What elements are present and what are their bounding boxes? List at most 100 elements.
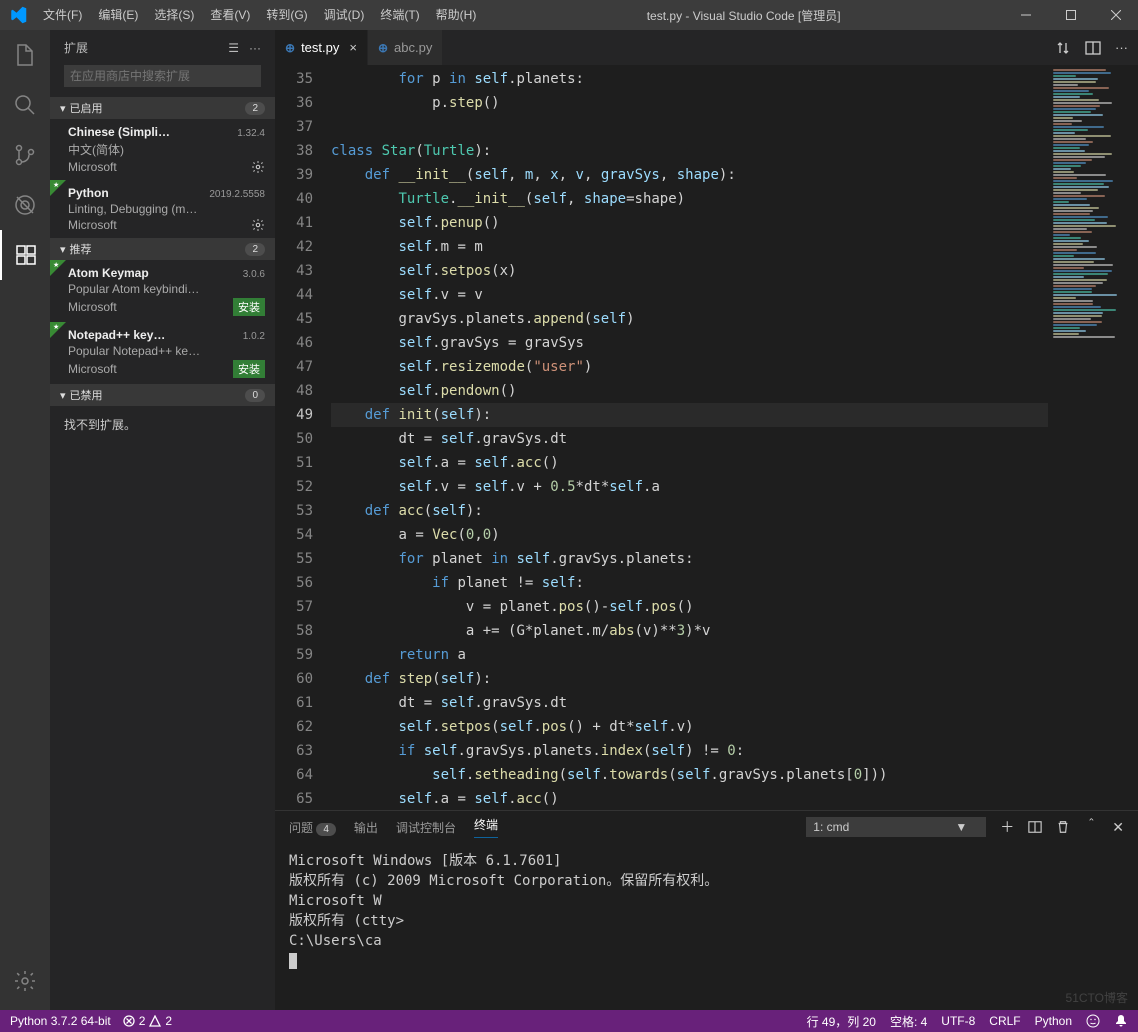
panel-tab-problems[interactable]: 问题 4 xyxy=(289,819,336,836)
kill-terminal-icon[interactable] xyxy=(1056,820,1070,834)
close-tab-icon[interactable]: × xyxy=(349,40,357,55)
menu-item[interactable]: 文件(F) xyxy=(35,0,90,30)
minimize-button[interactable] xyxy=(1003,0,1048,30)
menu-item[interactable]: 帮助(H) xyxy=(428,0,485,30)
extension-publisher: Microsoft xyxy=(68,160,117,174)
menu-item[interactable]: 编辑(E) xyxy=(90,0,146,30)
panel-tab-debug-console[interactable]: 调试控制台 xyxy=(396,819,456,836)
extension-name: Python xyxy=(68,186,109,200)
status-encoding[interactable]: UTF-8 xyxy=(941,1014,975,1028)
extension-item[interactable]: ★ Python 2019.2.5558 Linting, Debugging (m…… xyxy=(50,180,275,238)
sidebar-title: 扩展 xyxy=(64,39,88,56)
terminal-content[interactable]: Microsoft Windows [版本 6.1.7601]版权所有 (c) … xyxy=(275,843,1138,979)
status-feedback-icon[interactable] xyxy=(1086,1014,1100,1028)
debug-icon[interactable] xyxy=(0,180,50,230)
editor-more-icon[interactable]: ··· xyxy=(1115,40,1128,55)
explorer-icon[interactable] xyxy=(0,30,50,80)
code-editor[interactable]: for p in self.planets: p.step() class St… xyxy=(331,65,1048,810)
panel-tab-terminal[interactable]: 终端 xyxy=(474,816,498,838)
menu-item[interactable]: 调试(D) xyxy=(316,0,373,30)
recommended-count-badge: 2 xyxy=(245,243,265,256)
extension-name: Notepad++ key… xyxy=(68,328,165,342)
extensions-search-input[interactable] xyxy=(64,65,261,87)
extension-description: Linting, Debugging (m… xyxy=(68,202,265,216)
python-file-icon: ⊕ xyxy=(378,41,388,55)
menu-item[interactable]: 终端(T) xyxy=(372,0,427,30)
panel-tab-output[interactable]: 输出 xyxy=(354,819,378,836)
extension-version: 2019.2.5558 xyxy=(209,189,265,200)
status-bar: Python 3.7.2 64-bit 2 2 行 49，列 20 空格: 4 … xyxy=(0,1010,1138,1032)
menu-item[interactable]: 查看(V) xyxy=(202,0,258,30)
extensions-icon[interactable] xyxy=(0,230,50,280)
new-terminal-icon[interactable]: ＋ xyxy=(1000,817,1014,837)
enabled-count-badge: 2 xyxy=(245,102,265,115)
status-indentation[interactable]: 空格: 4 xyxy=(890,1013,927,1030)
tab-label: abc.py xyxy=(394,40,432,55)
editor-group: ⊕ test.py × ⊕ abc.py ··· 3536373839404142434… xyxy=(275,30,1138,1010)
vscode-logo-icon xyxy=(0,6,35,24)
star-icon: ★ xyxy=(50,180,66,196)
star-icon: ★ xyxy=(50,260,66,276)
minimap[interactable] xyxy=(1048,65,1138,810)
compare-icon[interactable] xyxy=(1055,40,1071,56)
terminal-selector[interactable]: 1: cmd▼ xyxy=(806,817,986,837)
search-icon[interactable] xyxy=(0,80,50,130)
main-menu: 文件(F)编辑(E)选择(S)查看(V)转到(G)调试(D)终端(T)帮助(H) xyxy=(35,0,484,30)
split-terminal-icon[interactable] xyxy=(1028,820,1042,834)
svg-text:★: ★ xyxy=(53,323,59,331)
extension-item[interactable]: ★Atom Keymap 3.0.6 Popular Atom keybindi… M… xyxy=(50,260,275,322)
settings-gear-icon[interactable] xyxy=(0,956,50,1006)
extension-description: Popular Atom keybindi… xyxy=(68,282,265,296)
section-disabled[interactable]: ▾已禁用 0 xyxy=(50,384,275,406)
menu-item[interactable]: 转到(G) xyxy=(258,0,315,30)
extension-description: Popular Notepad++ ke… xyxy=(68,344,265,358)
status-problems[interactable]: 2 2 xyxy=(123,1014,172,1028)
extension-version: 1.0.2 xyxy=(243,331,265,342)
status-line-col[interactable]: 行 49，列 20 xyxy=(807,1013,876,1030)
editor-tab[interactable]: ⊕ test.py × xyxy=(275,30,368,65)
status-language[interactable]: Python xyxy=(1035,1014,1072,1028)
extension-publisher: Microsoft xyxy=(68,300,117,314)
gear-icon[interactable] xyxy=(251,218,265,232)
no-extensions-text: 找不到扩展。 xyxy=(50,406,275,443)
gear-icon[interactable] xyxy=(251,160,265,174)
close-panel-icon[interactable]: ✕ xyxy=(1112,819,1124,836)
more-icon[interactable]: ··· xyxy=(249,41,261,55)
extension-version: 3.0.6 xyxy=(243,269,265,280)
activity-bar xyxy=(0,30,50,1010)
extension-version: 1.32.4 xyxy=(237,128,265,139)
source-control-icon[interactable] xyxy=(0,130,50,180)
maximize-button[interactable] xyxy=(1048,0,1093,30)
editor-tab[interactable]: ⊕ abc.py xyxy=(368,30,443,65)
sidebar-extensions: 扩展 ☰ ··· ▾已启用 2 Chinese (Simpli…1.32.4中文… xyxy=(50,30,275,1010)
line-number-gutter: 3536373839404142434445464748495051525354… xyxy=(275,65,331,810)
extension-publisher: Microsoft xyxy=(68,218,117,232)
status-eol[interactable]: CRLF xyxy=(989,1014,1020,1028)
editor-tabs: ⊕ test.py × ⊕ abc.py ··· xyxy=(275,30,1138,65)
star-icon: ★ xyxy=(50,322,66,338)
menu-item[interactable]: 选择(S) xyxy=(146,0,202,30)
extension-description: 中文(简体) xyxy=(68,141,265,158)
python-file-icon: ⊕ xyxy=(285,41,295,55)
watermark: 51CTO博客 xyxy=(1066,989,1128,1006)
install-button[interactable]: 安装 xyxy=(233,360,265,378)
status-notifications-icon[interactable] xyxy=(1114,1014,1128,1028)
extension-publisher: Microsoft xyxy=(68,362,117,376)
extension-item[interactable]: Chinese (Simpli…1.32.4中文(简体)Microsoft xyxy=(50,119,275,180)
status-python-interpreter[interactable]: Python 3.7.2 64-bit xyxy=(10,1014,111,1028)
install-button[interactable]: 安装 xyxy=(233,298,265,316)
filter-icon[interactable]: ☰ xyxy=(228,41,239,55)
disabled-count-badge: 0 xyxy=(245,389,265,402)
titlebar: 文件(F)编辑(E)选择(S)查看(V)转到(G)调试(D)终端(T)帮助(H)… xyxy=(0,0,1138,30)
bottom-panel: 问题 4 输出 调试控制台 终端 1: cmd▼ ＋ ＾ ✕ Microsoft… xyxy=(275,810,1138,1010)
extension-item[interactable]: ★ Notepad++ key… 1.0.2 Popular Notepad++ ke… xyxy=(50,322,275,384)
section-recommended[interactable]: ▾推荐 2 xyxy=(50,238,275,260)
split-editor-icon[interactable] xyxy=(1085,40,1101,56)
tab-label: test.py xyxy=(301,40,339,55)
close-button[interactable] xyxy=(1093,0,1138,30)
extension-name: Atom Keymap xyxy=(68,266,149,280)
window-title: test.py - Visual Studio Code [管理员] xyxy=(484,7,1003,24)
svg-text:★: ★ xyxy=(53,181,59,189)
section-enabled[interactable]: ▾已启用 2 xyxy=(50,97,275,119)
maximize-panel-icon[interactable]: ＾ xyxy=(1084,817,1098,837)
